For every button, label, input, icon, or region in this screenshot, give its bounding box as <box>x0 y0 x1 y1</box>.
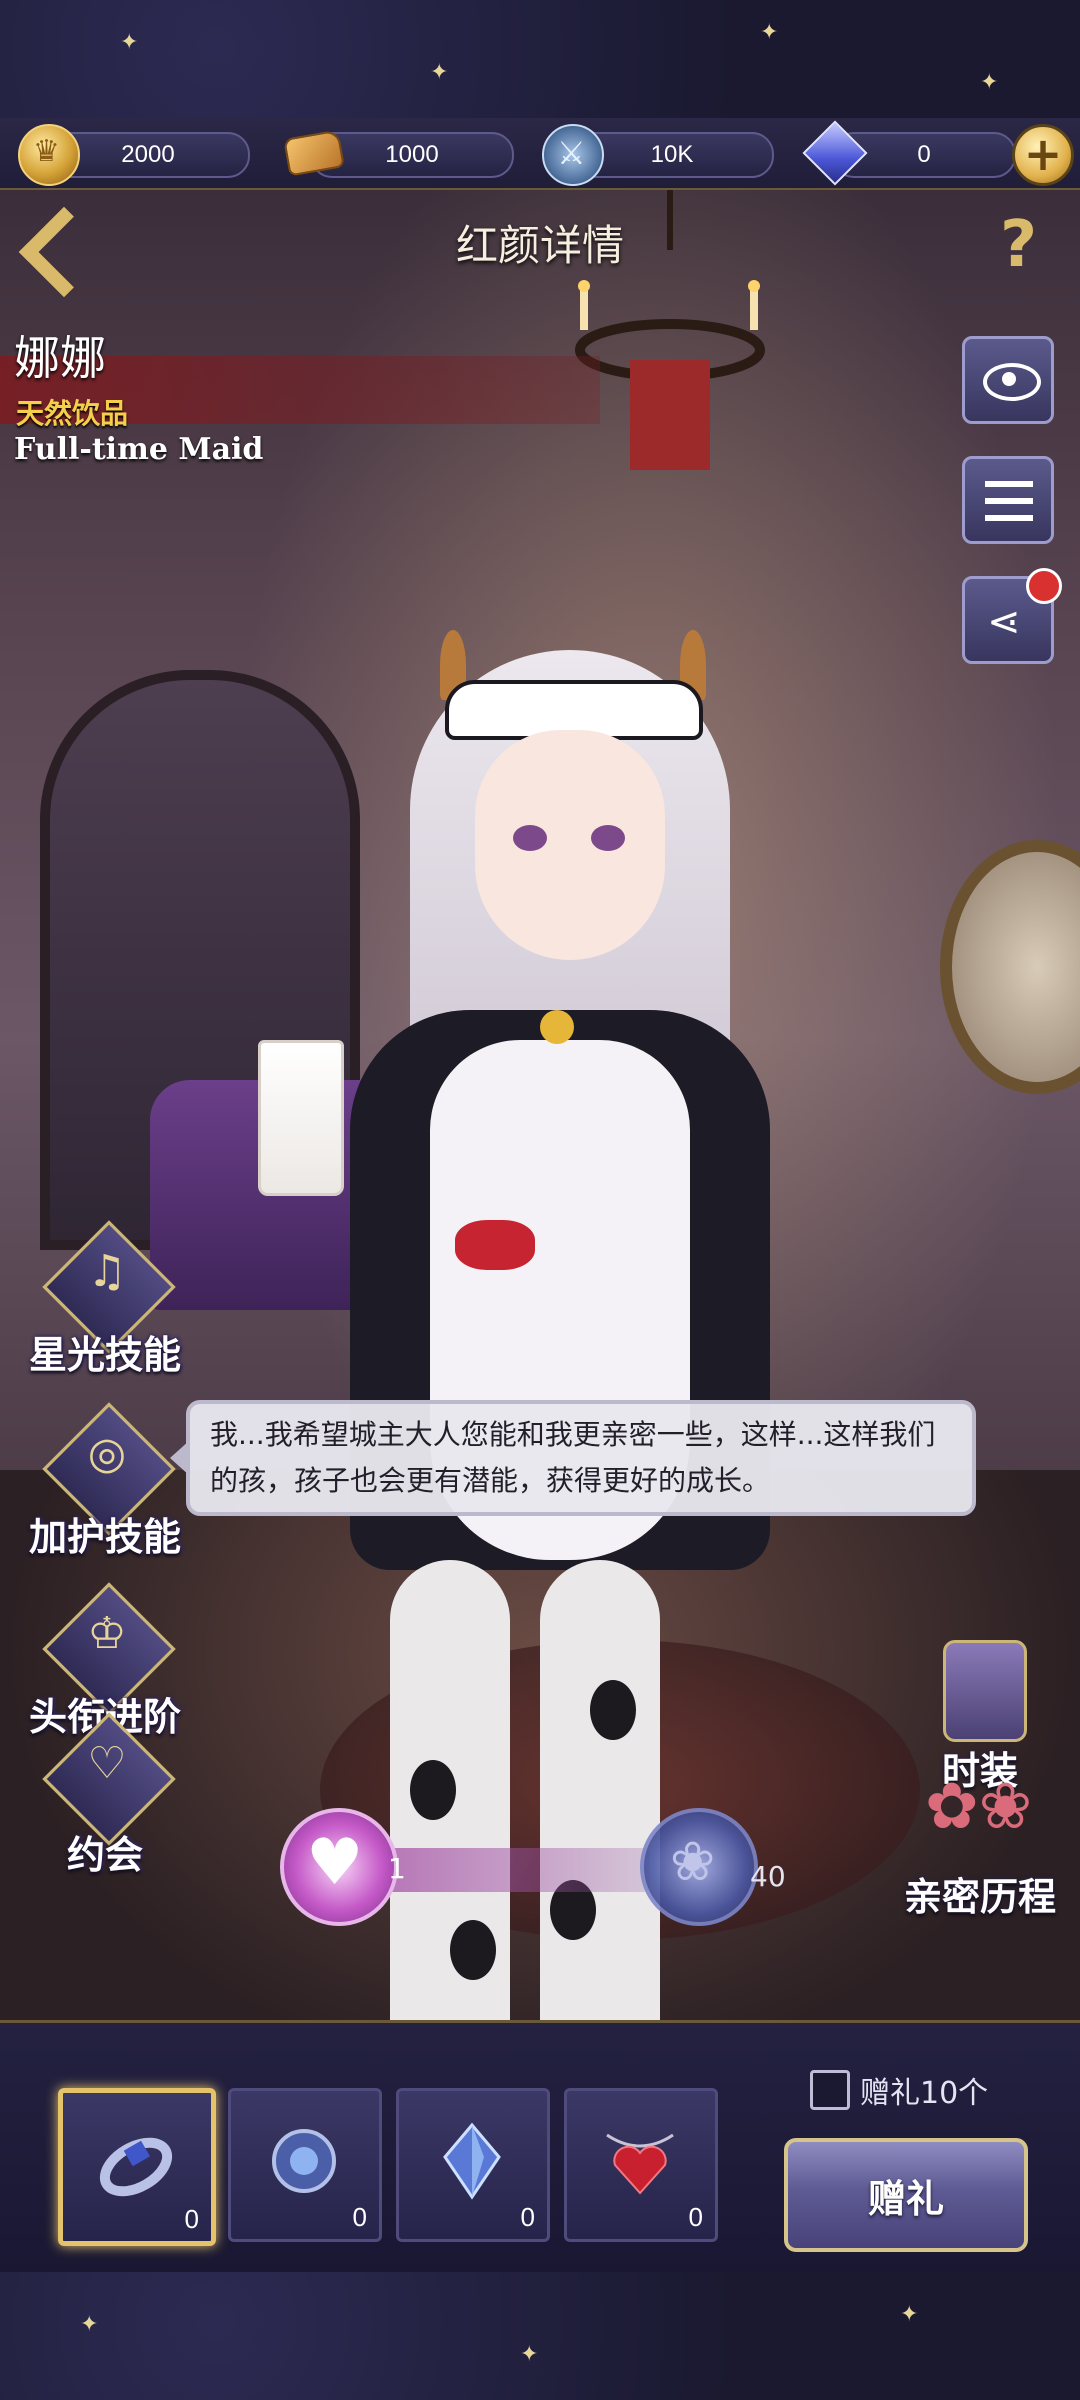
gem-icon <box>802 120 868 186</box>
gold-coin-icon <box>18 124 80 186</box>
heart-swirl-icon: ♥ <box>280 1808 398 1926</box>
starlight-skill-button[interactable]: ♫ 星光技能 <box>20 1220 190 1388</box>
wall-mirror <box>940 840 1080 1094</box>
resource-bread[interactable]: 1000 <box>282 129 514 178</box>
bottom-frame: ✦ ✦ ✦ <box>0 2272 1080 2400</box>
top-frame: ✦ ✦ ✦ ✦ <box>0 0 1080 118</box>
music-note-icon: ♫ <box>87 1246 127 1297</box>
sword-icon <box>542 124 604 186</box>
roses-icon: ✿❀ <box>925 1770 1033 1844</box>
guardian-skill-button[interactable]: ◎ 加护技能 <box>20 1402 190 1570</box>
star-decoration: ✦ <box>980 70 999 95</box>
affection-count: 1 <box>388 1852 406 1885</box>
crystal-gift-icon <box>443 2122 501 2200</box>
resource-bar: 2000 1000 10K 0 <box>0 118 1080 190</box>
character-title: Full-time Maid <box>14 432 264 467</box>
view-button[interactable] <box>962 336 1054 424</box>
heart-icon: ♡ <box>87 1738 127 1789</box>
crown-icon: ♔ <box>87 1608 127 1659</box>
gem-brooch-gift-icon <box>272 2129 336 2193</box>
bread-icon <box>282 124 345 182</box>
share-icon: ⋖ <box>987 599 1021 645</box>
rose-counter[interactable]: ❀ 40 <box>640 1808 800 1926</box>
notification-dot <box>1026 568 1062 604</box>
gift-slot-heart-necklace[interactable]: 0 <box>564 2088 718 2242</box>
guardian-skill-label: 加护技能 <box>28 1515 181 1559</box>
dialogue-box: 我...我希望城主大人您能和我更亲密一些，这样...这样我们的孩，孩子也会更有潜… <box>170 1400 976 1516</box>
gift-count: 0 <box>520 2202 535 2232</box>
resource-gold[interactable]: 2000 <box>18 124 250 186</box>
character-name: 娜娜 <box>14 331 106 385</box>
date-label: 约会 <box>66 1833 143 1877</box>
blue-rose-icon: ❀ <box>640 1808 758 1926</box>
resource-gem[interactable]: 0 <box>802 120 1016 186</box>
gift-count: 0 <box>352 2202 367 2232</box>
list-icon <box>985 481 1033 521</box>
question-mark-icon: ? <box>1000 208 1038 282</box>
eye-icon <box>983 363 1041 401</box>
star-decoration: ✦ <box>120 30 139 55</box>
bulk-gift-label: 赠礼10个 <box>860 2076 989 2111</box>
star-decoration: ✦ <box>760 20 779 45</box>
list-button[interactable] <box>962 456 1054 544</box>
affection-counter[interactable]: ♥ 1 <box>280 1808 660 1926</box>
star-decoration: ✦ <box>900 2302 919 2327</box>
star-decoration: ✦ <box>80 2312 99 2337</box>
intimacy-history-label: 亲密历程 <box>903 1875 1056 1919</box>
heart-necklace-gift-icon <box>606 2133 674 2195</box>
date-button[interactable]: ♡ 约会 <box>20 1712 190 1880</box>
gift-count: 0 <box>184 2204 199 2234</box>
halo-wings-icon: ◎ <box>87 1428 127 1479</box>
costume-icon <box>943 1640 1027 1742</box>
gift-slot-brooch[interactable]: 0 <box>228 2088 382 2242</box>
page-title: 红颜详情 <box>455 221 624 270</box>
bulk-gift-toggle[interactable]: 赠礼10个 <box>810 2070 989 2111</box>
help-button[interactable]: ? <box>980 200 1070 290</box>
gift-count: 0 <box>688 2202 703 2232</box>
ring-gift-icon <box>99 2137 173 2197</box>
rose-count: 40 <box>750 1860 786 1893</box>
intimacy-history-button[interactable]: ✿❀ 亲密历程 <box>895 1770 1065 1940</box>
star-decoration: ✦ <box>430 60 449 85</box>
character-subtitle: 天然饮品 <box>16 397 129 430</box>
gift-slot-crystal[interactable]: 0 <box>396 2088 550 2242</box>
bulk-gift-checkbox[interactable] <box>810 2070 850 2110</box>
add-currency-button[interactable]: + <box>1012 124 1074 186</box>
resource-sword[interactable]: 10K <box>542 124 774 186</box>
gift-slot-ring[interactable]: 0 <box>58 2088 216 2246</box>
give-gift-button[interactable]: 赠礼 <box>784 2138 1028 2252</box>
star-decoration: ✦ <box>520 2342 539 2367</box>
starlight-skill-label: 星光技能 <box>28 1333 181 1377</box>
